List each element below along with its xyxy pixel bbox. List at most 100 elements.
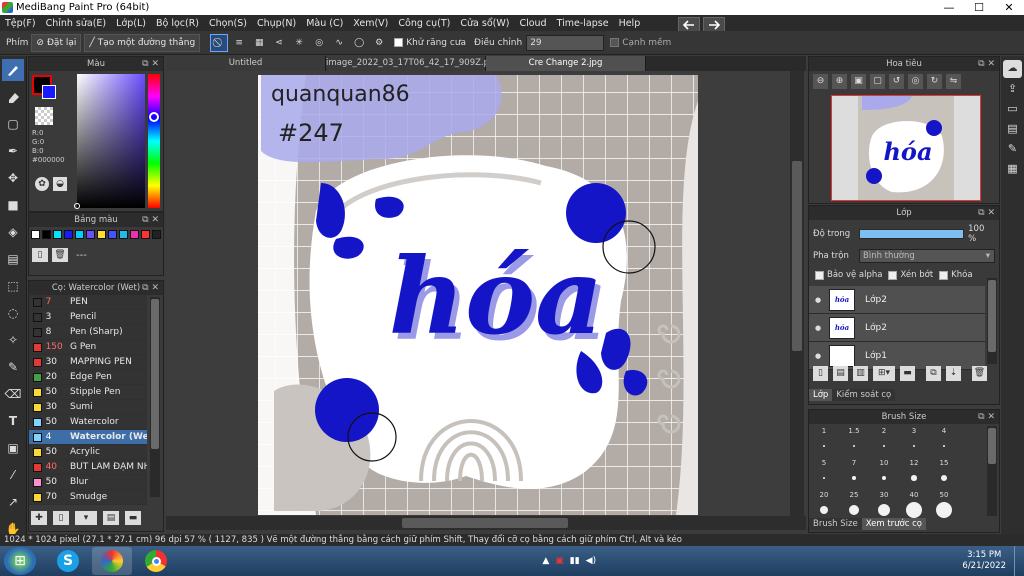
brush-size-option[interactable]: 5 [809,459,839,489]
menu-layer[interactable]: Lớp(L) [111,18,151,29]
concentric-ruler-button[interactable]: ◎ [310,34,328,52]
menu-tools[interactable]: Công cụ(T) [393,18,455,29]
brush-size-option[interactable]: 1 [809,427,839,457]
select-pen-tool[interactable]: ✎ [2,356,24,378]
canvas-vscroll-thumb[interactable] [792,161,802,351]
taskbar-skype[interactable]: S [48,547,88,575]
brush-item[interactable]: 70 Smudge [29,490,147,505]
curve-ruler-button[interactable]: ∿ [330,34,348,52]
fill-rect-tool[interactable]: ■ [2,194,24,216]
brush-item[interactable]: 150 G Pen [29,340,147,355]
brush-settings-button[interactable]: ▤ [103,511,119,525]
magic-wand-tool[interactable]: ✧ [2,329,24,351]
zoom-out-button[interactable]: ⊖ [813,74,828,89]
pen-tool[interactable]: ✒ [2,140,24,162]
tab-image-png[interactable]: image_2022_03_17T06_42_17_909Z.png [326,56,500,71]
lock-checkbox[interactable] [939,270,949,280]
eyedropper-tool[interactable]: ⁄ [2,464,24,486]
brush-size-option[interactable]: 7 [839,459,869,489]
brush-item[interactable]: 4 Watercolor (Wet) [29,430,147,445]
menu-file[interactable]: Tệp(F) [0,18,41,29]
tab-brush-control[interactable]: Kiểm soát cọ [832,389,896,401]
perspective-ruler-button[interactable]: ⋖ [270,34,288,52]
hue-cursor[interactable] [149,112,159,122]
eraser-tool[interactable] [2,86,24,108]
tab-brush-size[interactable]: Brush Size [809,518,862,530]
canvas-vscrollbar[interactable] [790,71,804,516]
reset-rotation-button[interactable]: ◎ [908,74,923,89]
menu-select[interactable]: Chọn(S) [204,18,252,29]
merge-layer-button[interactable]: ⇣ [946,366,961,381]
network-icon[interactable]: ▮▮ [570,556,580,566]
tray-expand-icon[interactable]: ▲ [542,556,549,566]
canvas-hscrollbar[interactable] [166,516,806,530]
brush-size-option[interactable]: 3 [899,427,929,457]
brush-item[interactable]: 8 Pen (Sharp) [29,325,147,340]
brush-item[interactable]: 50 Watercolor [29,415,147,430]
select-eraser-tool[interactable]: ⌫ [2,383,24,405]
brush-item[interactable]: 50 Blur [29,475,147,490]
taskbar-medibang[interactable] [92,547,132,575]
blend-mode-select[interactable]: Bình thường ▾ [859,249,995,263]
start-button[interactable]: ⊞ [4,547,36,575]
palette-swatch[interactable] [86,230,95,239]
hue-slider[interactable] [148,74,160,208]
adjust-input[interactable]: 29 [526,34,605,51]
brush-item[interactable]: 3 Pencil [29,310,147,325]
new-8bit-layer-button[interactable]: ▥ [853,366,868,381]
palette-swatch[interactable] [31,230,40,239]
actual-size-button[interactable]: ▢ [870,74,885,89]
radial-ruler-button[interactable]: ✳ [290,34,308,52]
text-tool[interactable]: T [2,410,24,432]
duplicate-layer-button[interactable]: ⧉ [926,366,941,381]
layer-menu-button[interactable]: ⊞▾ [873,366,895,381]
flip-button[interactable]: ⇋ [946,74,961,89]
brush-size-option[interactable]: 12 [899,459,929,489]
cloud-button[interactable]: ☁ [1003,60,1022,78]
add-brush-button[interactable]: ✚ [31,511,47,525]
canvas-hscroll-thumb[interactable] [402,518,568,528]
menu-cloud[interactable]: Cloud [514,18,551,29]
rotate-right-button[interactable]: ↻ [927,74,942,89]
transparent-swatch[interactable] [35,107,53,125]
comment-button[interactable]: ▭ [1003,102,1022,118]
artwork-canvas[interactable]: hóa hóa quanquan86 #247 [166,71,806,516]
tray-app-icon[interactable]: ▣ [555,556,564,566]
taskbar-chrome[interactable] [136,547,176,575]
bucket-tool[interactable]: ◈ [2,221,24,243]
menu-color[interactable]: Màu (C) [301,18,348,29]
maximize-button[interactable]: ☐ [964,0,994,15]
eye-icon[interactable]: ● [811,296,825,304]
tab-untitled[interactable]: Untitled [166,56,326,71]
menu-window[interactable]: Cửa sổ(W) [455,18,514,29]
palette-swatch[interactable] [53,230,62,239]
brush-size-option[interactable]: 40 [899,491,929,521]
ruler-settings-button[interactable]: ⚙ [370,34,388,52]
palette-swatch[interactable] [119,230,128,239]
ellipse-ruler-button[interactable]: ◯ [350,34,368,52]
menu-help[interactable]: Help [614,18,646,29]
palette-swatch[interactable] [75,230,84,239]
opacity-slider[interactable] [858,229,965,239]
clip-checkbox[interactable] [888,270,898,280]
palette-mode-button[interactable]: ◒ [53,177,67,191]
reset-button[interactable]: ⊘ Đặt lại [31,33,82,52]
brush-tool[interactable] [2,59,24,81]
layer-folder-button[interactable]: ▬ [900,366,915,381]
palette-swatch[interactable] [42,230,51,239]
palette-swatch[interactable] [64,230,73,239]
close-button[interactable]: ✕ [994,0,1024,15]
brush-size-option[interactable]: 15 [929,459,959,489]
share-button[interactable]: ⇪ [1003,82,1022,98]
rectangle-tool[interactable]: ▢ [2,113,24,135]
brush-item[interactable]: 20 Edge Pen [29,370,147,385]
brush-item[interactable]: 50 Stipple Pen [29,385,147,400]
layer-row[interactable]: ● hóa Lớp2 [809,314,985,342]
lasso-tool[interactable]: ◌ [2,302,24,324]
show-desktop-button[interactable] [1014,546,1024,576]
gradient-tool[interactable]: ▤ [2,248,24,270]
brush-item[interactable]: 30 MAPPING PEN [29,355,147,370]
menu-timelapse[interactable]: Time-lapse [552,18,614,29]
taskbar-clock[interactable]: 3:15 PM 6/21/2022 [962,550,1006,572]
layer-scrollbar[interactable] [987,278,997,364]
